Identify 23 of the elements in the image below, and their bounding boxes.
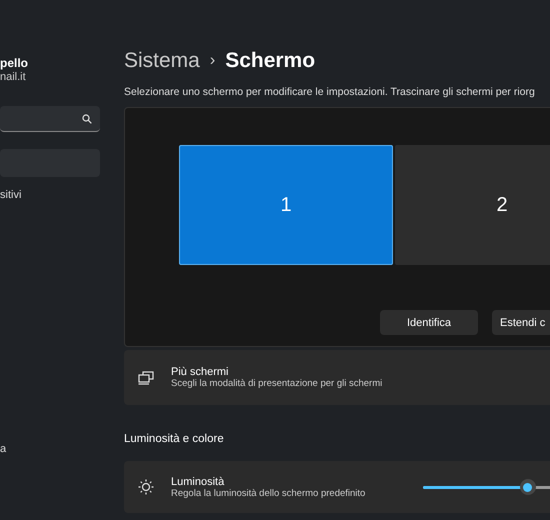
arrangement-button[interactable]: Identifica <box>380 310 478 335</box>
page-title: Schermo <box>225 49 316 73</box>
monitors-icon <box>138 370 154 386</box>
section-heading: Luminosità e colore <box>124 433 225 447</box>
card-title: Più schermi <box>171 366 230 378</box>
monitor-tile[interactable]: 2 <box>395 145 550 265</box>
card-subtitle: Regola la luminosità dello schermo predefinito <box>171 488 366 498</box>
card-title: Luminosità <box>171 476 226 488</box>
breadcrumb-parent[interactable]: Sistema <box>124 49 200 73</box>
user-email: nail.it <box>0 71 27 85</box>
instructions-text: Selezionare uno schermo per modificare le impostazioni. Trascinare gli schermi per riorg <box>124 86 536 100</box>
breadcrumb-separator: › <box>210 52 216 70</box>
sidebar-item[interactable]: sitivi <box>0 181 100 209</box>
user-name: pello <box>0 56 30 71</box>
monitor-tile[interactable]: 1 <box>179 145 393 265</box>
sidebar-item[interactable]: a <box>0 435 100 463</box>
multiple-displays-card[interactable]: Più schermi Scegli la modalità di presentazione per gli schermi <box>124 350 550 405</box>
search-field[interactable] <box>0 106 100 132</box>
arrangement-button[interactable]: Estendi c <box>492 310 550 335</box>
slider-thumb[interactable] <box>520 479 536 495</box>
search-icon <box>82 114 92 124</box>
card-subtitle: Scegli la modalità di presentazione per gli schermi <box>171 378 382 389</box>
sun-icon <box>138 479 154 495</box>
